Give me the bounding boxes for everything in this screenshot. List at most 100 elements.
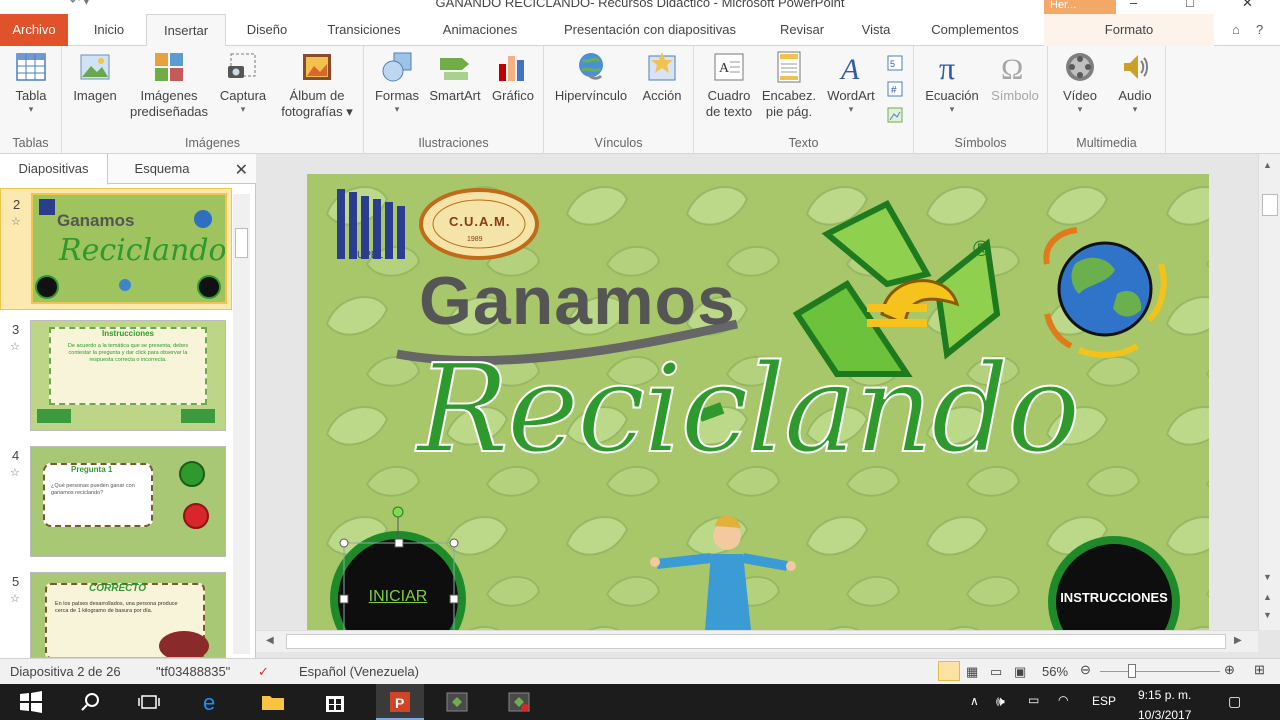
photo-album-button[interactable]: Álbum de fotografías ▾: [272, 50, 362, 120]
zoom-in-icon[interactable]: ⊕: [1224, 662, 1235, 678]
symbol-button[interactable]: Ω Símbolo: [986, 50, 1044, 104]
language[interactable]: Español (Venezuela): [299, 664, 419, 679]
date-time-icon[interactable]: 5: [886, 54, 904, 72]
input-language[interactable]: ESP: [1092, 694, 1116, 708]
fit-to-window-icon[interactable]: ⊞: [1254, 662, 1265, 678]
next-slide-icon[interactable]: ▼: [1263, 610, 1272, 620]
svg-text:P: P: [395, 695, 404, 711]
equation-icon: π: [939, 50, 955, 84]
scroll-left-icon[interactable]: ◀: [266, 635, 274, 646]
screenshot-button[interactable]: Captura ▾: [214, 50, 272, 114]
header-footer-button[interactable]: Encabez. pie pág.: [758, 50, 820, 120]
slide-sorter-icon[interactable]: ▦: [966, 664, 978, 680]
tab-complementos[interactable]: Complementos: [916, 14, 1034, 46]
edge-icon[interactable]: e: [200, 690, 226, 714]
zoom-out-icon[interactable]: ⊖: [1080, 662, 1091, 678]
object-icon[interactable]: [886, 106, 904, 124]
tab-presentacion[interactable]: Presentación con diapositivas: [544, 14, 756, 46]
vertical-scrollbar[interactable]: ▲ ▼ ▲ ▼: [1258, 154, 1280, 630]
hyperlink-button[interactable]: Hipervínculo: [548, 50, 634, 104]
video-button[interactable]: Vídeo ▾: [1052, 50, 1108, 114]
theme-name[interactable]: "tf03488835": [156, 664, 230, 679]
scroll-up-icon[interactable]: ▲: [1263, 160, 1272, 170]
slide-thumbnail-3[interactable]: 3 ☆ Instrucciones De acuerdo a la temáti…: [0, 314, 232, 436]
clock-date[interactable]: 10/3/2017: [1138, 708, 1191, 720]
pane-scrollbar[interactable]: [233, 194, 250, 654]
app-icon-1[interactable]: [444, 690, 470, 714]
close-icon[interactable]: ✕: [235, 160, 248, 180]
maximize-button[interactable]: □: [1186, 0, 1194, 10]
tab-insertar[interactable]: Insertar: [146, 14, 226, 47]
windows-start-icon[interactable]: [18, 690, 44, 714]
instructions-button[interactable]: INSTRUCCIONES: [1055, 590, 1173, 605]
smartart-button[interactable]: SmartArt: [424, 50, 486, 104]
spellcheck-icon[interactable]: ✓: [258, 664, 269, 680]
tray-overflow-icon[interactable]: ∧: [970, 694, 979, 708]
tab-vista[interactable]: Vista: [848, 14, 904, 46]
file-explorer-icon[interactable]: [260, 690, 286, 714]
scroll-thumb[interactable]: [235, 228, 248, 258]
previous-slide-icon[interactable]: ▲: [1263, 592, 1272, 602]
horizontal-scrollbar[interactable]: ◀ ▶: [256, 630, 1258, 652]
wordart-button[interactable]: A WordArt ▾: [820, 50, 882, 114]
tab-formato[interactable]: Formato: [1044, 14, 1214, 46]
store-icon[interactable]: [322, 690, 348, 714]
table-button[interactable]: Tabla ▾: [6, 50, 56, 114]
task-view-icon[interactable]: [136, 690, 162, 714]
cuam-seal-year: 1989: [467, 236, 483, 243]
scroll-thumb[interactable]: [1262, 194, 1278, 216]
reading-view-icon[interactable]: ▭: [990, 664, 1002, 680]
ribbon-collapse-icon[interactable]: ⌂: [1232, 22, 1240, 37]
screenshot-icon: [228, 53, 256, 78]
normal-view-icon[interactable]: [938, 661, 960, 681]
tab-diseno[interactable]: Diseño: [234, 14, 300, 46]
minimize-button[interactable]: –: [1130, 0, 1137, 10]
powerpoint-taskbar-button[interactable]: P: [376, 684, 424, 720]
group-label-multimedia: Multimedia: [1076, 136, 1137, 150]
tab-animaciones[interactable]: Animaciones: [428, 14, 532, 46]
tab-archivo[interactable]: Archivo: [0, 14, 68, 46]
tab-inicio[interactable]: Inicio: [80, 14, 138, 46]
scroll-thumb[interactable]: [286, 634, 1226, 649]
slide-count: Diapositiva 2 de 26: [10, 664, 121, 679]
tab-diapositivas[interactable]: Diapositivas: [0, 154, 108, 185]
scroll-down-icon[interactable]: ▼: [1263, 572, 1272, 582]
zoom-slider[interactable]: [1100, 671, 1220, 672]
slide-number-icon[interactable]: #: [886, 80, 904, 98]
equation-button[interactable]: π Ecuación ▾: [918, 50, 986, 114]
search-icon[interactable]: [78, 690, 104, 714]
chevron-down-icon: ▾: [394, 104, 400, 114]
tab-transiciones[interactable]: Transiciones: [312, 14, 416, 46]
network-icon[interactable]: ◠: [1058, 693, 1068, 707]
left-arrow-icon: [37, 409, 71, 423]
volume-icon[interactable]: 🕪: [996, 693, 1005, 710]
picture-button[interactable]: Imagen: [68, 50, 122, 104]
app-icon-2[interactable]: [506, 690, 532, 714]
shapes-button[interactable]: Formas ▾: [370, 50, 424, 114]
slide-thumbnail-4[interactable]: 4 ☆ Pregunta 1 ¿Qué personas pueden gana…: [0, 440, 232, 562]
tab-revisar[interactable]: Revisar: [768, 14, 836, 46]
slide-thumbnail-2[interactable]: 2 ☆ Ganamos Reciclando: [0, 188, 232, 310]
tab-esquema[interactable]: Esquema: [108, 154, 216, 184]
close-window-button[interactable]: ✕: [1242, 0, 1253, 11]
zoom-slider-thumb[interactable]: [1128, 664, 1136, 678]
battery-icon[interactable]: ▭: [1028, 693, 1039, 707]
animation-star-icon: ☆: [10, 467, 20, 479]
scroll-right-icon[interactable]: ▶: [1234, 635, 1242, 646]
clipart-button[interactable]: Imágenes prediseñadas: [124, 50, 214, 120]
help-icon[interactable]: ?: [1256, 22, 1263, 37]
textbox-button[interactable]: A Cuadro de texto: [700, 50, 758, 120]
slideshow-icon[interactable]: ▣: [1014, 664, 1026, 680]
thumb-title-bottom: Reciclando: [59, 233, 227, 268]
audio-button[interactable]: Audio ▾: [1108, 50, 1162, 114]
action-button[interactable]: Acción: [636, 50, 688, 104]
group-tablas: Tabla ▾ Tablas: [0, 46, 62, 154]
zoom-level[interactable]: 56%: [1042, 664, 1068, 679]
chart-button[interactable]: Gráfico: [486, 50, 540, 104]
start-button[interactable]: INICIAR: [363, 588, 433, 606]
slide-number: 3: [12, 322, 20, 337]
slide-canvas[interactable]: UPEL C.U.A.M. 1989 Ganamos Reciclando ® …: [307, 174, 1209, 630]
notifications-icon[interactable]: ▢: [1228, 693, 1241, 710]
clock-time[interactable]: 9:15 p. m.: [1138, 688, 1191, 702]
slide-thumbnail-5[interactable]: 5 ☆ CORRECTO En los países desarrollados…: [0, 566, 232, 658]
